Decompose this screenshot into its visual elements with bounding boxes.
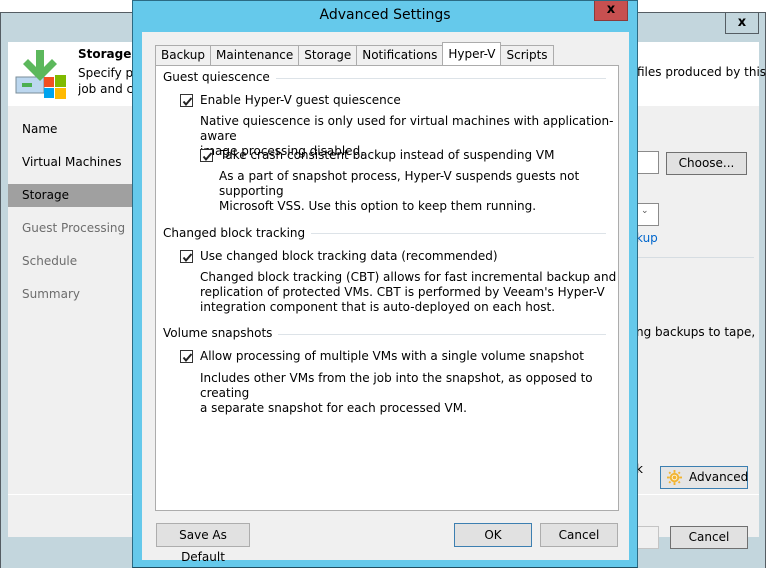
tab-scripts[interactable]: Scripts xyxy=(500,45,554,65)
volume-snapshot-label: Allow processing of multiple VMs with a … xyxy=(200,349,584,363)
checkmark-icon xyxy=(202,151,213,161)
description-line: Microsoft VSS. Use this option to keep t… xyxy=(219,199,537,213)
tab-hyper-v[interactable]: Hyper-V xyxy=(442,42,502,65)
storage-windows-icon xyxy=(15,50,66,99)
volume-snapshot-checkbox-row[interactable]: Allow processing of multiple VMs with a … xyxy=(180,349,584,363)
advanced-settings-dialog: Advanced Settings x Backup Maintenance S… xyxy=(132,0,638,568)
crash-consistent-label: Take crash consistent backup instead of … xyxy=(220,148,555,162)
section-divider xyxy=(636,257,754,258)
cbt-checkbox[interactable] xyxy=(180,249,193,263)
description-line: replication of protected VMs. CBT is per… xyxy=(200,285,605,299)
wizard-nav-guest-processing[interactable]: Guest Processing xyxy=(8,217,132,240)
description-line: Native quiescence is only used for virtu… xyxy=(200,114,614,143)
tab-backup[interactable]: Backup xyxy=(155,45,211,65)
dialog-close-button[interactable]: x xyxy=(594,1,628,21)
enable-guest-quiescence-label: Enable Hyper-V guest quiescence xyxy=(200,93,401,107)
group-title-changed-block-tracking: Changed block tracking xyxy=(163,226,312,240)
choose-button[interactable]: Choose... xyxy=(666,152,747,175)
wizard-nav-name[interactable]: Name xyxy=(8,118,132,141)
volume-snapshot-description: Includes other VMs from the job into the… xyxy=(200,371,618,416)
description-line: Includes other VMs from the job into the… xyxy=(200,371,593,400)
close-icon: x xyxy=(737,15,747,30)
dialog-title: Advanced Settings xyxy=(319,7,451,23)
cancel-button[interactable]: Cancel xyxy=(540,523,618,547)
ok-button[interactable]: OK xyxy=(454,523,532,547)
tab-storage[interactable]: Storage xyxy=(298,45,358,65)
close-icon: x xyxy=(606,2,616,17)
wizard-step-description-fragment: files produced by this xyxy=(637,65,767,79)
cbt-label: Use changed block tracking data (recomme… xyxy=(200,249,498,263)
volume-snapshot-checkbox[interactable] xyxy=(180,349,193,363)
tab-notifications[interactable]: Notifications xyxy=(356,45,444,65)
checkmark-icon xyxy=(182,252,193,262)
wizard-nav-schedule[interactable]: Schedule xyxy=(8,250,132,273)
cbt-checkbox-row[interactable]: Use changed block tracking data (recomme… xyxy=(180,249,498,263)
hyper-v-tab-panel: Guest quiescence Enable Hyper-V guest qu… xyxy=(155,65,619,511)
repository-path-field[interactable] xyxy=(636,151,659,174)
crash-consistent-checkbox-row[interactable]: Take crash consistent backup instead of … xyxy=(200,148,554,162)
advanced-button-label: Advanced xyxy=(689,470,749,484)
tape-description-fragment: ng backups to tape, xyxy=(636,325,756,339)
dialog-client-area: Backup Maintenance Storage Notifications… xyxy=(142,32,629,564)
previous-button[interactable] xyxy=(636,526,659,549)
advanced-button[interactable]: Advanced xyxy=(660,466,748,489)
wizard-step-title: Storage xyxy=(78,47,132,61)
wizard-nav-virtual-machines[interactable]: Virtual Machines xyxy=(8,151,132,174)
description-line: Changed block tracking (CBT) allows for … xyxy=(200,270,617,284)
settings-tabs: Backup Maintenance Storage Notifications… xyxy=(155,42,554,65)
description-line: As a part of snapshot process, Hyper-V s… xyxy=(219,169,580,198)
wizard-cancel-button[interactable]: Cancel xyxy=(670,526,748,549)
crash-consistent-description: As a part of snapshot process, Hyper-V s… xyxy=(219,169,618,214)
group-title-volume-snapshots: Volume snapshots xyxy=(163,326,279,340)
wizard-step-description: Specify pr job and cu xyxy=(78,66,138,96)
description-line: a separate snapshot for each processed V… xyxy=(200,401,467,415)
group-title-guest-quiescence: Guest quiescence xyxy=(163,70,276,84)
wizard-close-button[interactable]: x xyxy=(725,13,759,34)
description-line: integration component that is auto-deplo… xyxy=(200,300,556,314)
wizard-nav-summary[interactable]: Summary xyxy=(8,283,132,306)
save-as-default-button[interactable]: Save As Default xyxy=(156,523,250,564)
gear-icon xyxy=(667,470,682,485)
tab-maintenance[interactable]: Maintenance xyxy=(210,45,300,65)
checkmark-icon xyxy=(182,352,193,362)
enable-guest-quiescence-checkbox-row[interactable]: Enable Hyper-V guest quiescence xyxy=(180,93,401,107)
chevron-down-icon: ⌄ xyxy=(641,206,649,216)
crash-consistent-checkbox[interactable] xyxy=(200,148,213,162)
map-backup-link[interactable]: kup xyxy=(636,231,658,245)
cbt-description: Changed block tracking (CBT) allows for … xyxy=(200,270,616,315)
wizard-nav-storage[interactable]: Storage xyxy=(8,184,132,207)
enable-guest-quiescence-checkbox[interactable] xyxy=(180,93,193,107)
checkmark-icon xyxy=(182,96,193,106)
